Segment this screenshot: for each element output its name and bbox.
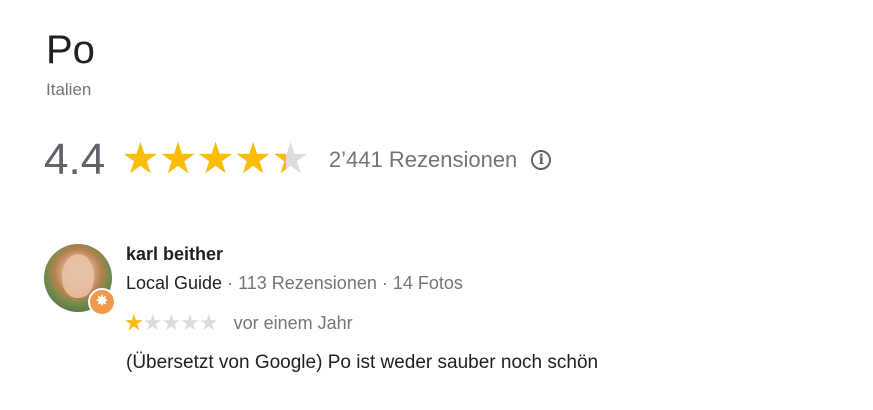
local-guide-star-icon: ✸ — [88, 288, 116, 316]
reviewer-review-count: 113 Rezensionen — [238, 273, 377, 293]
rating-summary: 4.4 ★★★★★ ★★★★★ 2’441 Rezensionen i — [44, 134, 552, 186]
review-rating-row: ★★★★★ ★★★★★ vor einem Jahr — [124, 310, 353, 336]
meta-separator: · — [376, 273, 393, 293]
place-subtitle: Italien — [46, 80, 92, 99]
info-icon[interactable]: i — [531, 150, 552, 170]
review-count-link[interactable]: 2’441 Rezensionen — [329, 147, 517, 173]
review-item: ✸ karl beither Local Guide · 113 Rezensi… — [44, 240, 824, 390]
rating-value: 4.4 — [44, 135, 106, 184]
rating-stars: ★★★★★ ★★★★★ — [121, 135, 310, 183]
review-stars: ★★★★★ ★★★★★ — [124, 310, 219, 335]
place-title: Po — [46, 28, 95, 72]
reviewer-photo-count: 14 Fotos — [392, 273, 463, 293]
review-date: vor einem Jahr — [233, 312, 353, 333]
meta-separator: · — [222, 273, 239, 293]
avatar-face — [62, 254, 94, 298]
local-guide-label: Local Guide — [126, 273, 223, 293]
review-text: (Übersetzt von Google) Po ist weder saub… — [126, 352, 599, 373]
reviewer-name[interactable]: karl beither — [126, 244, 223, 265]
reviewer-meta: Local Guide · 113 Rezensionen · 14 Fotos — [126, 273, 463, 294]
avatar[interactable]: ✸ — [44, 244, 116, 316]
